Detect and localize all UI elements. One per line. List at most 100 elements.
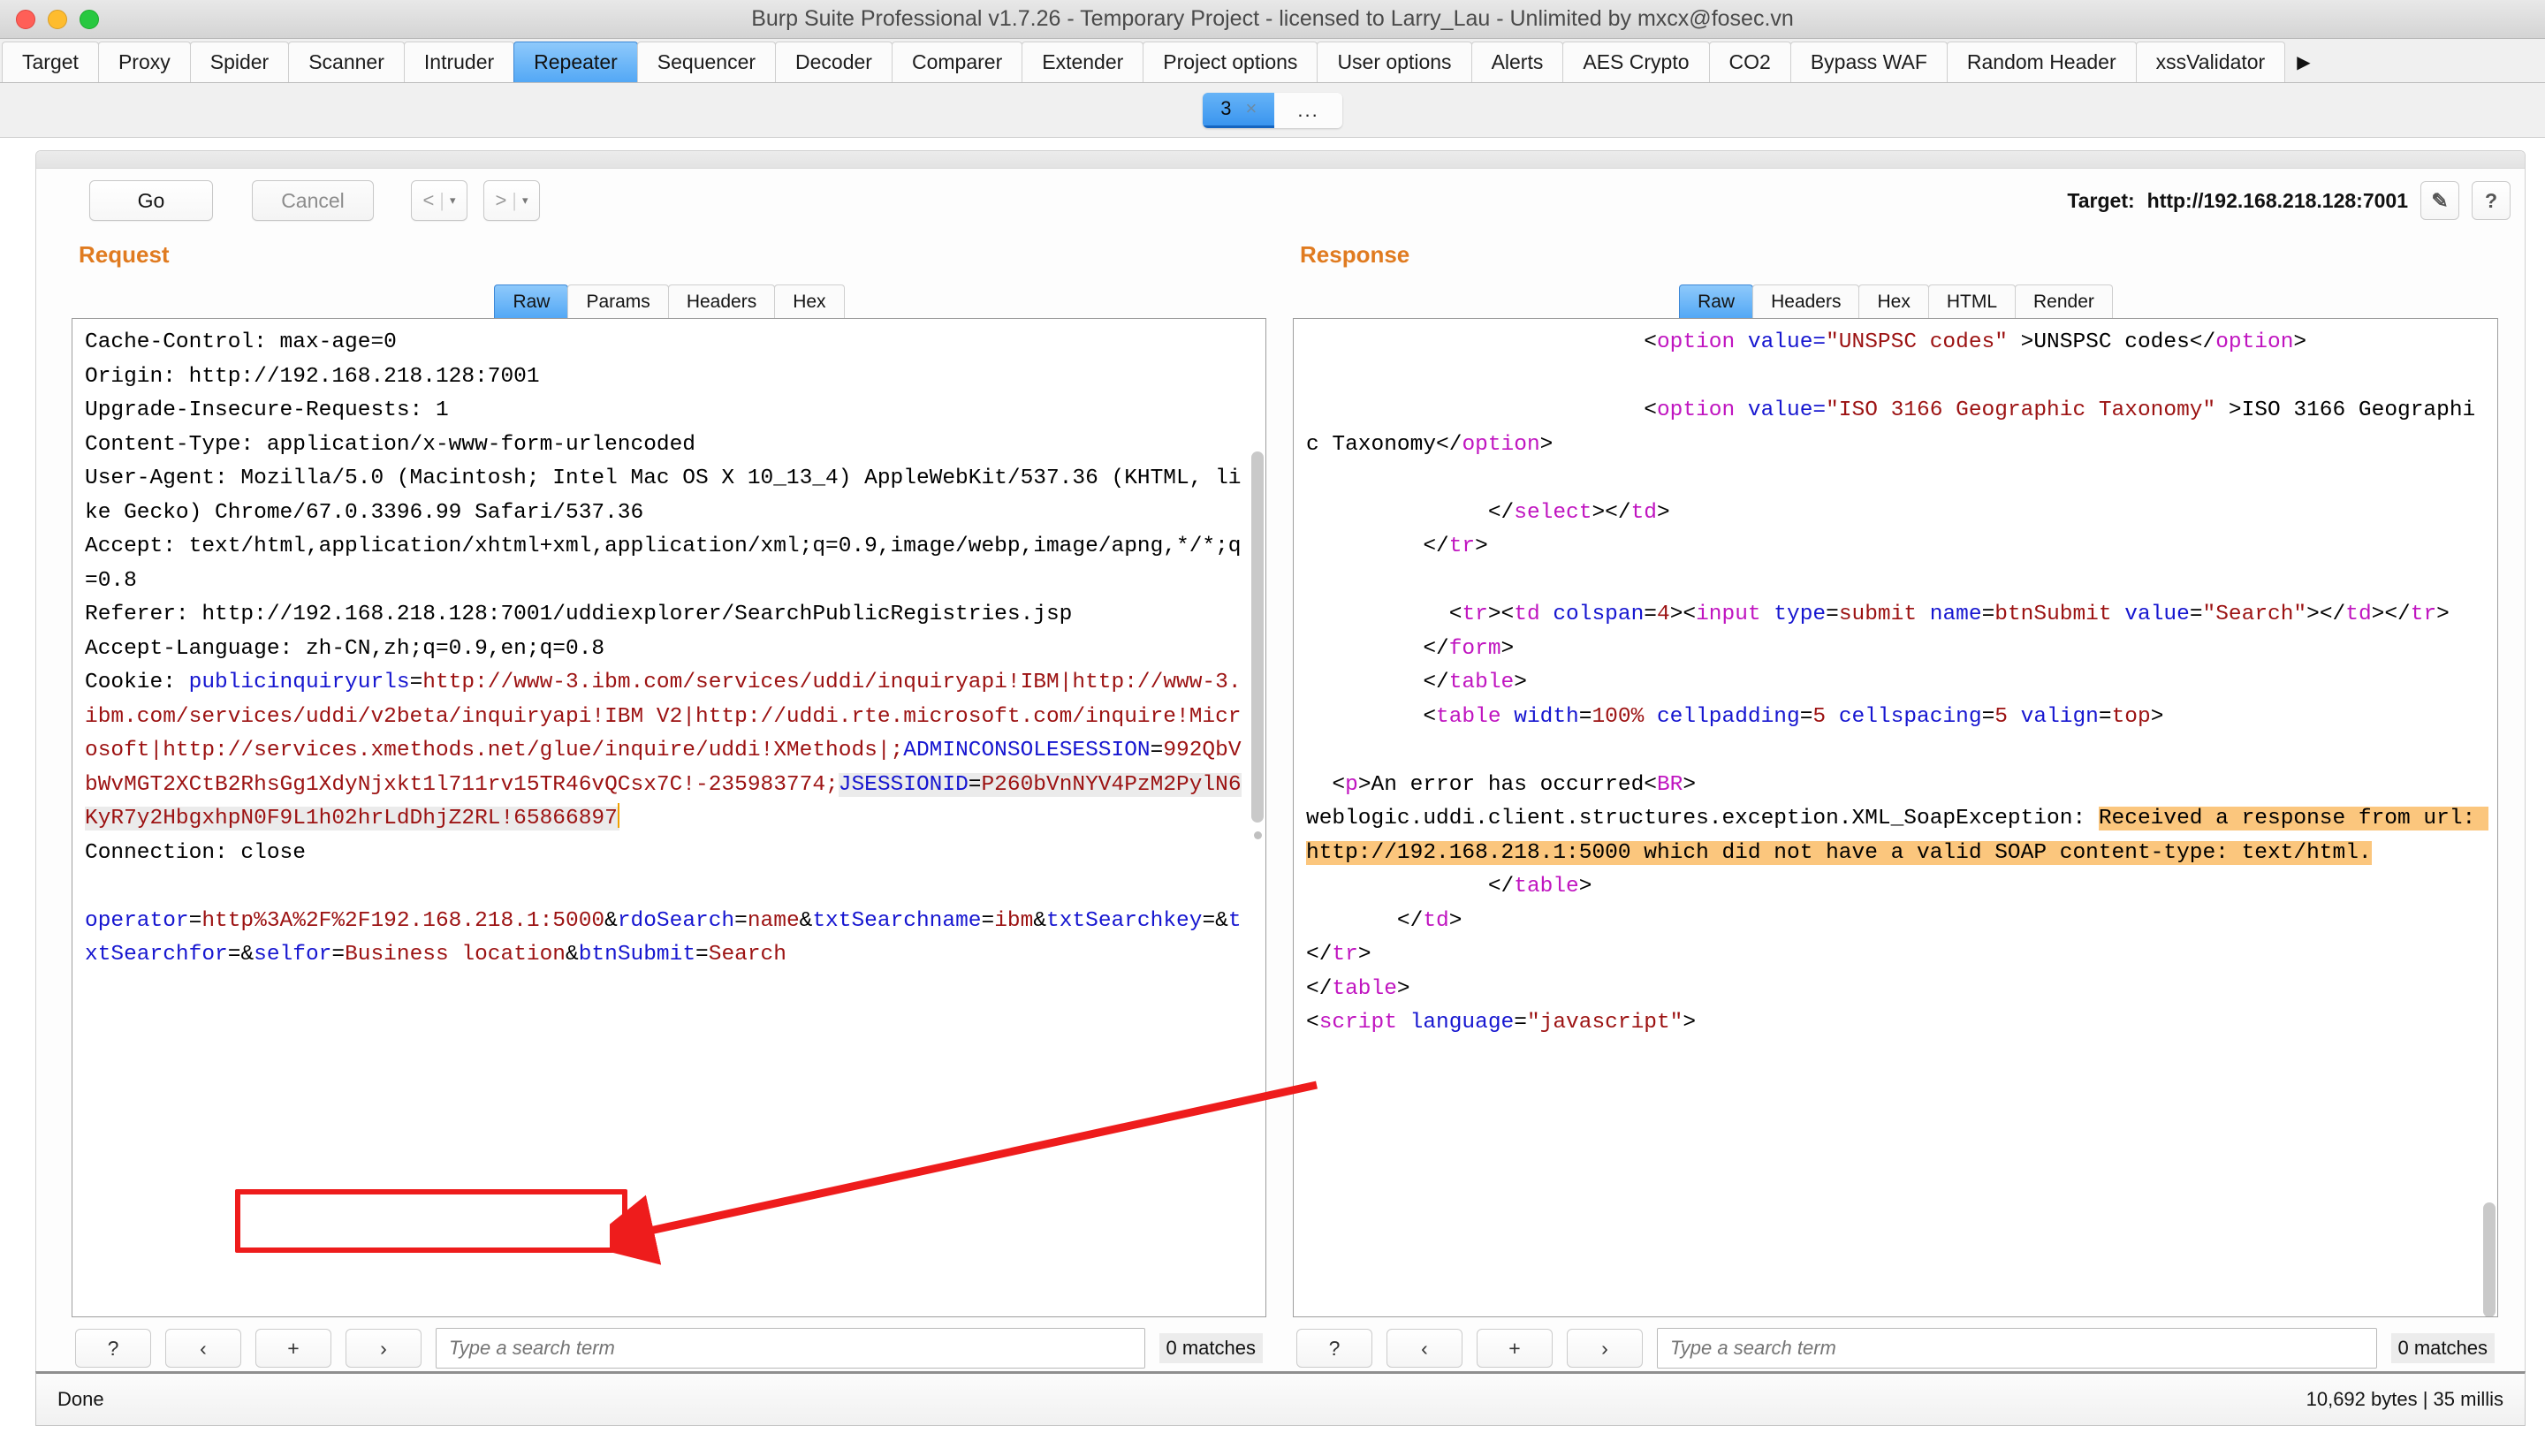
- tab-user-options[interactable]: User options: [1317, 42, 1472, 82]
- repeater-tab-more[interactable]: ...: [1274, 92, 1342, 128]
- tab-bypass-waf[interactable]: Bypass WAF: [1789, 42, 1948, 82]
- endtag-name: option: [2215, 330, 2294, 354]
- chevron-down-icon[interactable]: ▾: [522, 193, 528, 208]
- request-search-bar: ? ‹ + › 0 matches: [72, 1317, 1266, 1372]
- tab-comparer[interactable]: Comparer: [891, 42, 1023, 82]
- attr-val-iso: "ISO 3166 Geographic Taxonomy": [1826, 398, 2216, 422]
- tag-open: <: [1644, 398, 1657, 422]
- response-tab-render[interactable]: Render: [2015, 284, 2113, 318]
- tab-sequencer[interactable]: Sequencer: [636, 42, 777, 82]
- response-subtabs[interactable]: Raw Headers Hex HTML Render: [1293, 281, 2498, 318]
- request-tab-params[interactable]: Params: [567, 284, 669, 318]
- repeater-toolbar: Go Cancel < | ▾ > | ▾ Target: http://192…: [36, 169, 2525, 232]
- request-editor[interactable]: Cache-Control: max-age=0 Origin: http://…: [72, 318, 1266, 1317]
- param-name-operator: operator: [85, 908, 189, 933]
- divider: |: [439, 189, 445, 211]
- param-name-btnsubmit: btnSubmit: [578, 943, 696, 967]
- tab-xssvalidator[interactable]: xssValidator: [2135, 42, 2286, 82]
- cookie-eq-1: =: [409, 671, 423, 694]
- tab-decoder[interactable]: Decoder: [775, 42, 893, 82]
- close-window-icon[interactable]: [16, 9, 35, 29]
- amp: &: [240, 943, 254, 967]
- request-search-input[interactable]: [436, 1328, 1145, 1369]
- response-pane: Response Raw Headers Hex HTML Render <option…: [1280, 232, 2525, 1372]
- help-icon[interactable]: ?: [2472, 181, 2511, 220]
- tab-target[interactable]: Target: [2, 42, 99, 82]
- request-pane: Request Raw Params Headers Hex Cache-Contro…: [36, 232, 1280, 1372]
- repeater-tab-label: 3: [1220, 97, 1232, 119]
- response-tab-html[interactable]: HTML: [1927, 284, 2017, 318]
- tag-name-td: td: [1514, 603, 1540, 626]
- response-search-bar: ? ‹ + › 0 matches: [1293, 1317, 2498, 1372]
- response-search-add-button[interactable]: +: [1477, 1329, 1553, 1368]
- tab-scanner[interactable]: Scanner: [288, 42, 405, 82]
- zoom-window-icon[interactable]: [80, 9, 99, 29]
- request-panel-title: Request: [79, 241, 170, 268]
- tab-extender[interactable]: Extender: [1022, 42, 1144, 82]
- request-search-help-button[interactable]: ?: [75, 1329, 151, 1368]
- request-search-next-button[interactable]: ›: [346, 1329, 422, 1368]
- main-tab-bar[interactable]: Target Proxy Spider Scanner Intruder Repeater…: [0, 39, 2545, 83]
- tab-proxy[interactable]: Proxy: [97, 42, 191, 82]
- request-search-prev-button[interactable]: ‹: [165, 1329, 241, 1368]
- response-search-prev-button[interactable]: ‹: [1386, 1329, 1462, 1368]
- back-arrow-icon: <: [422, 189, 435, 211]
- response-editor[interactable]: <option value="UNSPSC codes" >UNSPSC cod…: [1293, 318, 2498, 1317]
- request-match-count: 0 matches: [1159, 1333, 1263, 1363]
- request-headers-text: Cache-Control: max-age=0 Origin: http://…: [85, 330, 1242, 694]
- response-search-input[interactable]: [1657, 1328, 2377, 1369]
- tag-name-p: p: [1345, 772, 1358, 797]
- tab-overflow-arrow-icon[interactable]: ▶: [2284, 42, 2322, 82]
- back-button[interactable]: < | ▾: [411, 180, 467, 221]
- go-button[interactable]: Go: [89, 180, 213, 221]
- response-search-help-button[interactable]: ?: [1296, 1329, 1372, 1368]
- pencil-icon[interactable]: ✎: [2420, 181, 2459, 220]
- request-subtabs[interactable]: Raw Params Headers Hex: [72, 281, 1266, 318]
- repeater-tab-3[interactable]: 3 ×: [1203, 92, 1275, 128]
- tab-random-header[interactable]: Random Header: [1946, 42, 2137, 82]
- response-tab-hex[interactable]: Hex: [1858, 284, 1929, 318]
- error-exception-class: weblogic.uddi.client.structures.exceptio…: [1306, 807, 2099, 830]
- tab-intruder[interactable]: Intruder: [403, 42, 515, 82]
- request-tab-hex[interactable]: Hex: [774, 284, 845, 318]
- text-caret: [617, 803, 619, 828]
- request-scrollbar-thumb[interactable]: [1251, 451, 1264, 823]
- tab-spider[interactable]: Spider: [189, 42, 290, 82]
- cookie-eq-2: =: [1150, 739, 1164, 762]
- chevron-down-icon[interactable]: ▾: [450, 193, 456, 208]
- endtag-name: option: [1462, 432, 1540, 457]
- window-controls[interactable]: [16, 9, 99, 29]
- param-value-rdosearch: name: [747, 908, 800, 933]
- tag-name-option: option: [1656, 398, 1736, 422]
- repeater-tabs[interactable]: 3 × ...: [1203, 92, 1342, 128]
- endtag-close: >: [1539, 432, 1554, 457]
- tab-aes-crypto[interactable]: AES Crypto: [1562, 42, 1710, 82]
- tab-project-options[interactable]: Project options: [1143, 42, 1318, 82]
- repeater-panes: Request Raw Params Headers Hex Cache-Contro…: [36, 232, 2525, 1372]
- response-search-next-button[interactable]: ›: [1567, 1329, 1643, 1368]
- request-tab-headers[interactable]: Headers: [667, 284, 776, 318]
- minimize-window-icon[interactable]: [48, 9, 67, 29]
- error-highlight-3: SOAP content-type: text/html.: [1994, 840, 2372, 865]
- tab-repeater[interactable]: Repeater: [513, 42, 638, 82]
- repeater-content-frame: Go Cancel < | ▾ > | ▾ Target: http://192…: [35, 150, 2526, 1422]
- tab-alerts[interactable]: Alerts: [1470, 42, 1564, 82]
- response-scrollbar-thumb[interactable]: [2483, 1202, 2496, 1316]
- request-tab-raw[interactable]: Raw: [494, 284, 569, 318]
- error-message-lead: An error has occurred: [1371, 772, 1645, 797]
- endtag-open: </: [1436, 432, 1462, 457]
- endtag-close: >: [2293, 330, 2307, 354]
- response-tab-headers[interactable]: Headers: [1752, 284, 1860, 318]
- option-text-unspsc: UNSPSC codes: [2033, 330, 2190, 354]
- cancel-button[interactable]: Cancel: [252, 180, 374, 221]
- tab-co2[interactable]: CO2: [1708, 42, 1791, 82]
- param-name-rdosearch: rdoSearch: [617, 908, 735, 933]
- tag-close: >: [2007, 330, 2034, 354]
- request-search-add-button[interactable]: +: [255, 1329, 331, 1368]
- response-tab-raw[interactable]: Raw: [1679, 284, 1754, 318]
- forward-button[interactable]: > | ▾: [483, 180, 540, 221]
- close-icon[interactable]: ×: [1246, 97, 1257, 120]
- tag-name-input: input: [1696, 603, 1761, 626]
- window-title: Burp Suite Professional v1.7.26 - Tempor…: [751, 6, 1794, 31]
- tag-name-br: BR: [1656, 772, 1683, 797]
